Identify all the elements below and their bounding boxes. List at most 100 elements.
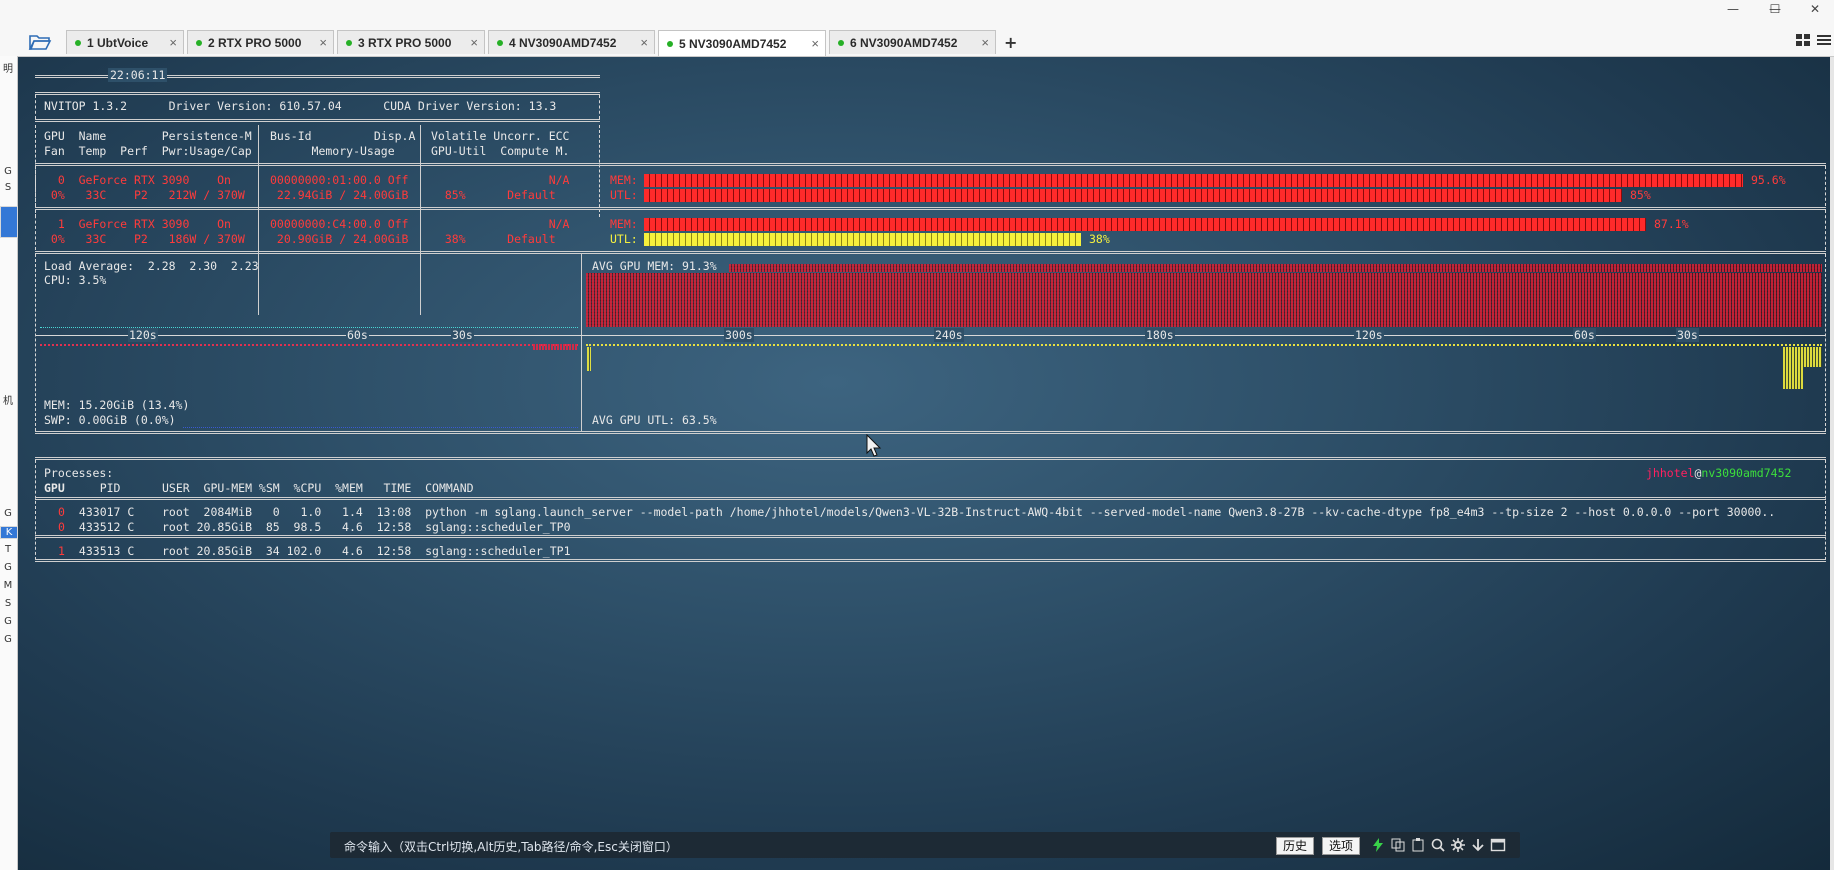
right-tick: 30s [1676, 328, 1699, 342]
close-window-icon[interactable]: ✕ [1800, 2, 1830, 16]
proc-2-gpu: 1 [58, 544, 65, 558]
cpu-history-trace [40, 327, 578, 329]
gpu-1-mem-pct: 87.1% [1654, 217, 1689, 231]
sidebar-char: S [4, 182, 12, 193]
right-scrollbar[interactable] [1830, 57, 1834, 870]
mouse-cursor-icon [866, 434, 882, 457]
rule [35, 497, 1826, 500]
tab-close-icon[interactable]: × [159, 35, 177, 50]
swap-history [183, 427, 578, 429]
avg-gpu-utl: AVG GPU UTL: 63.5% [592, 413, 717, 427]
copy-icon[interactable] [1390, 837, 1406, 853]
tab-close-icon[interactable]: × [630, 35, 648, 50]
right-tick: 300s [724, 328, 754, 342]
right-tick: 60s [1573, 328, 1596, 342]
gpu-0-utl-label: UTL: [610, 188, 638, 202]
col-head-1a: GPU Name Persistence-M [44, 129, 252, 143]
tab-close-icon[interactable]: × [309, 35, 327, 50]
gpu-utl-recent [1783, 347, 1822, 367]
gpu-0-mem-bar [644, 174, 1743, 187]
processes-title: Processes: [44, 466, 114, 480]
sidebar-char: T [4, 544, 12, 555]
tab-close-icon[interactable]: × [460, 35, 478, 50]
command-input-bar[interactable]: 命令输入（双击Ctrl切换,Alt历史,Tab路径/命令,Esc关闭窗口） 历史… [330, 832, 1520, 858]
gpu-mem-history [586, 273, 1822, 327]
paste-icon[interactable] [1410, 837, 1426, 853]
clock: 22:06:11 [108, 68, 168, 82]
tab-label: 2 RTX PRO 5000 [208, 35, 302, 50]
gpu-1-row1b: 00000000:C4:00.0 Off [270, 217, 409, 231]
col-head-1c: Volatile Uncorr. ECC [431, 129, 570, 143]
col-head-2c: GPU-Util Compute M. [431, 144, 570, 158]
terminal-pane[interactable]: 22:06:11 NVITOP 1.3.2 Driver Version: 61… [18, 57, 1830, 870]
tab-3[interactable]: 3 RTX PRO 5000 × [337, 30, 485, 54]
sidebar-char: 机 [3, 396, 13, 407]
gpu-1-mem-label: MEM: [610, 217, 638, 231]
tab-label: 5 NV3090AMD7452 [679, 36, 787, 51]
avg-gpu-mem: AVG GPU MEM: 91.3% [592, 259, 717, 273]
window-icon[interactable] [1490, 837, 1506, 853]
history-button[interactable]: 历史 [1276, 837, 1315, 855]
gpu-1-utl-bar [644, 233, 1081, 246]
gpu-1-utl-label: UTL: [610, 232, 638, 246]
sidebar-char: G [4, 508, 12, 519]
gpu-utl-recent-tail [1783, 367, 1803, 389]
proc-2-row[interactable]: 433513 C root 20.85GiB 34 102.0 4.6 12:5… [72, 544, 571, 558]
host-mem: MEM: 15.20GiB (13.4%) [44, 398, 190, 412]
gpu-0-mem-pct: 95.6% [1751, 173, 1786, 187]
gpu-utl-left-edge [587, 347, 591, 371]
rule [35, 119, 600, 122]
tab-1[interactable]: 1 UbtVoice × [66, 30, 184, 54]
gpu-utl-baseline [586, 344, 1822, 348]
tab-4[interactable]: 4 NV3090AMD7452 × [488, 30, 655, 54]
gpu-1-row1c: N/A [431, 217, 570, 231]
cpu-percent: CPU: 3.5% [44, 273, 107, 287]
minimize-icon[interactable]: — [1718, 2, 1748, 16]
col-head-2b: Memory-Usage [270, 144, 395, 158]
search-icon[interactable] [1430, 837, 1446, 853]
gpu-1-row2b: 20.90GiB / 24.00GiB [270, 232, 409, 246]
rule [35, 431, 1826, 434]
col-head-1b: Bus-Id Disp.A [270, 129, 416, 143]
gpu-0-row1c: N/A [431, 173, 570, 187]
load-average: Load Average: 2.28 2.30 2.23 [44, 259, 259, 273]
left-tick: 60s [346, 328, 369, 342]
divider [581, 254, 582, 431]
tab-6[interactable]: 6 NV3090AMD7452 × [829, 30, 996, 54]
download-icon[interactable] [1470, 837, 1486, 853]
gpu-1-utl-pct: 38% [1089, 232, 1110, 246]
sidebar-char-selected[interactable]: K [0, 526, 18, 539]
tab-2[interactable]: 2 RTX PRO 5000 × [187, 30, 334, 54]
add-tab-button[interactable]: + [1004, 33, 1017, 52]
tab-close-icon[interactable]: × [801, 36, 819, 51]
tab-5[interactable]: 5 NV3090AMD7452 × [658, 30, 826, 56]
tab-close-icon[interactable]: × [971, 35, 989, 50]
tab-label: 4 NV3090AMD7452 [509, 35, 617, 50]
gpu-mem-history-top [729, 264, 1822, 272]
host-name: nv3090amd7452 [1701, 466, 1792, 480]
gpu-0-row2a: 0% 33C P2 212W / 370W [44, 188, 245, 202]
title-bar: — — ☐ ✕ 1 UbtVoice × 2 RTX PRO 5000 × 3 RT… [0, 0, 1834, 57]
status-dot-icon [196, 39, 202, 46]
lightning-icon[interactable] [1370, 837, 1386, 853]
proc-head-rest: PID USER GPU-MEM %SM %CPU %MEM TIME COMM… [72, 481, 474, 495]
gear-icon[interactable] [1450, 837, 1466, 853]
host-mem-spike [533, 344, 578, 350]
status-dot-icon [497, 39, 503, 46]
status-dot-icon [75, 39, 81, 46]
sidebar-highlight[interactable] [0, 206, 18, 238]
tab-label: 3 RTX PRO 5000 [358, 35, 452, 50]
gpu-0-row2c: 85% Default [431, 188, 556, 202]
grid-view-icon[interactable] [1795, 32, 1811, 48]
options-button[interactable]: 选项 [1322, 837, 1361, 855]
gpu-1-row2c: 38% Default [431, 232, 556, 246]
open-folder-icon[interactable] [28, 32, 52, 52]
menu-icon[interactable] [1816, 32, 1832, 48]
proc-0-row[interactable]: 433017 C root 2084MiB 0 1.0 1.4 13:08 py… [72, 505, 1775, 519]
command-hint[interactable]: 命令输入（双击Ctrl切换,Alt历史,Tab路径/命令,Esc关闭窗口） [344, 838, 678, 855]
user-host: jhhotel@nv3090amd7452 [1646, 466, 1791, 480]
gpu-0-mem-label: MEM: [610, 173, 638, 187]
gpu-0-row1b: 00000000:01:00.0 Off [270, 173, 409, 187]
maximize-icon[interactable]: ☐ [1760, 2, 1790, 16]
proc-1-row[interactable]: 433512 C root 20.85GiB 85 98.5 4.6 12:58… [72, 520, 571, 534]
